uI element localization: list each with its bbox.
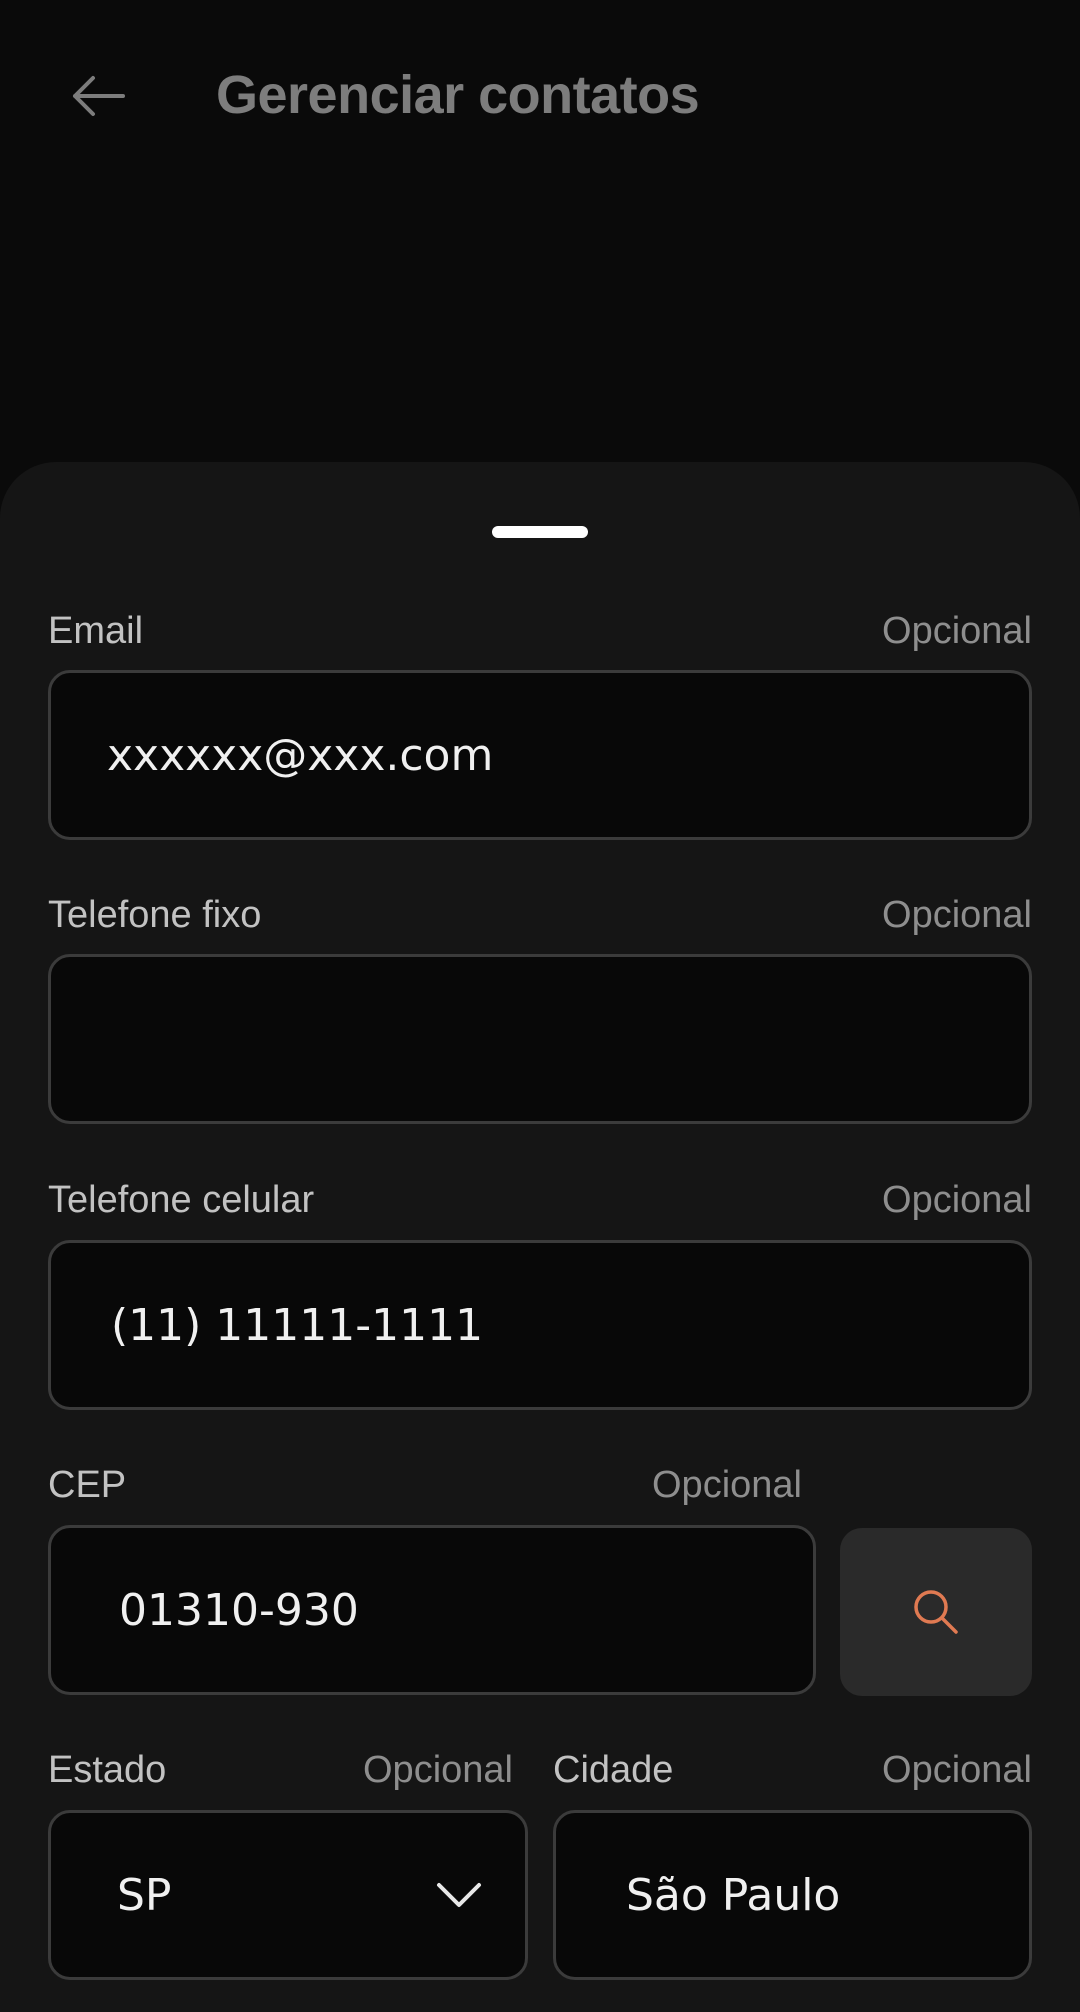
cep-label: CEP — [48, 1464, 127, 1506]
cep-optional-label: Opcional — [652, 1464, 802, 1506]
back-button[interactable] — [58, 62, 138, 130]
page-title: Gerenciar contatos — [216, 65, 700, 125]
state-optional-label: Opcional — [363, 1749, 513, 1791]
landline-optional-label: Opcional — [882, 894, 1032, 936]
cep-value: 01310-930 — [119, 1584, 359, 1636]
state-label: Estado — [48, 1749, 167, 1791]
app-header: Gerenciar contatos — [0, 0, 1080, 200]
screen: Gerenciar contatos Email Opcional xxxxxx… — [0, 0, 1080, 2012]
email-field[interactable]: xxxxxx@xxx.com — [48, 670, 1032, 840]
email-value: xxxxxx@xxx.com — [107, 729, 494, 781]
email-label: Email — [48, 610, 144, 652]
landline-field[interactable] — [48, 954, 1032, 1124]
sheet-drag-handle[interactable] — [492, 526, 588, 538]
city-label: Cidade — [553, 1749, 674, 1791]
mobile-optional-label: Opcional — [882, 1179, 1032, 1221]
mobile-value: (11) 11111-1111 — [111, 1299, 484, 1351]
state-value: SP — [117, 1869, 172, 1921]
state-select[interactable]: SP — [48, 1810, 528, 1980]
mobile-label: Telefone celular — [48, 1179, 315, 1221]
chevron-down-icon — [435, 1880, 483, 1910]
landline-label: Telefone fixo — [48, 894, 262, 936]
cep-search-button[interactable] — [840, 1528, 1032, 1696]
search-icon — [914, 1590, 958, 1634]
mobile-field[interactable]: (11) 11111-1111 — [48, 1240, 1032, 1410]
city-field[interactable]: São Paulo — [553, 1810, 1032, 1980]
cep-field[interactable]: 01310-930 — [48, 1525, 816, 1695]
city-optional-label: Opcional — [882, 1749, 1032, 1791]
city-value: São Paulo — [626, 1869, 841, 1921]
email-optional-label: Opcional — [882, 610, 1032, 652]
arrow-left-icon — [73, 76, 125, 116]
